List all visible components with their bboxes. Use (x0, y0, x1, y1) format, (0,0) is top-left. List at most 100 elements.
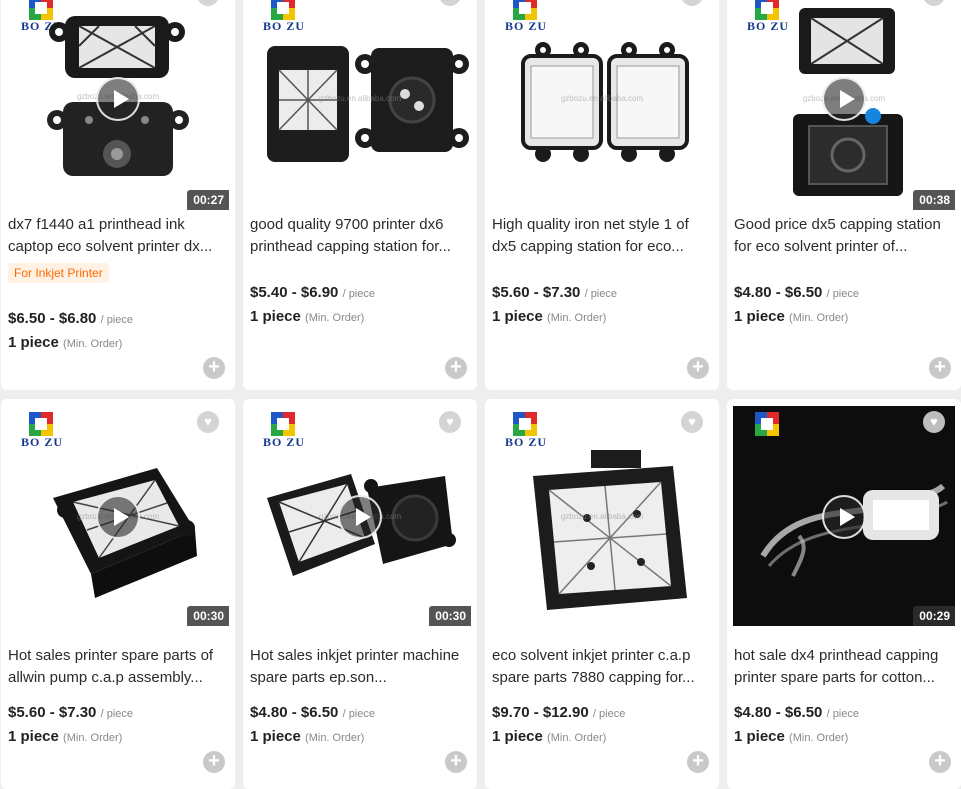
price-value: $5.60 - $7.30 (8, 704, 97, 721)
price-unit: / piece (592, 708, 626, 720)
product-card[interactable]: BO ZU gzbozu.en.alibaba.com 00:30 ♥ Hot … (243, 399, 477, 789)
video-duration: 00:29 (913, 606, 955, 626)
add-button[interactable]: + (445, 357, 467, 379)
product-image[interactable]: BO ZU gzbozu.en.alibaba.com 00:27 (7, 0, 229, 210)
product-card[interactable]: BO ZU gzbozu.en.alibaba.com ♥ good quali… (243, 0, 477, 390)
price-value: $6.50 - $6.80 (8, 310, 97, 327)
add-button[interactable]: + (929, 751, 951, 773)
play-icon[interactable] (338, 495, 382, 539)
price-range: $5.60 - $7.30 / piece (8, 704, 133, 721)
product-image[interactable]: BO ZU gzbozu.en.alibaba.com 00:38 (733, 0, 955, 210)
moq-value: 1 piece (250, 308, 301, 325)
min-order: 1 piece (Min. Order) (734, 308, 848, 325)
product-image[interactable]: BO ZU gzbozu.en.alibaba.com (249, 0, 471, 210)
watermark: gzbozu.en.alibaba.com (560, 512, 644, 521)
moq-value: 1 piece (8, 728, 59, 745)
favorite-heart-icon[interactable]: ♥ (923, 411, 945, 433)
video-duration: 00:38 (913, 190, 955, 210)
favorite-heart-icon[interactable]: ♥ (681, 411, 703, 433)
price-unit: / piece (826, 288, 859, 300)
favorite-heart-icon[interactable]: ♥ (439, 411, 461, 433)
moq-value: 1 piece (734, 728, 785, 745)
min-order: 1 piece (Min. Order) (8, 728, 122, 745)
moq-label: (Min. Order) (305, 312, 365, 324)
product-title[interactable]: dx7 f1440 a1 printhead ink captop eco so… (8, 214, 226, 258)
min-order: 1 piece (Min. Order) (492, 728, 606, 745)
add-button[interactable]: + (687, 751, 709, 773)
moq-value: 1 piece (492, 728, 543, 745)
product-title[interactable]: hot sale dx4 printhead capping printer s… (734, 645, 952, 689)
product-photo (267, 46, 469, 162)
watermark: gzbozu.en.alibaba.com (318, 94, 402, 103)
moq-label: (Min. Order) (305, 732, 365, 744)
product-photo (521, 42, 689, 162)
price-range: $5.40 - $6.90 / piece (250, 284, 375, 301)
price-unit: / piece (584, 288, 617, 300)
add-button[interactable]: + (445, 751, 467, 773)
video-duration: 00:30 (429, 606, 471, 626)
price-value: $5.40 - $6.90 (250, 284, 339, 301)
add-button[interactable]: + (687, 357, 709, 379)
product-card[interactable]: BO ZU gzbozu.en.alibaba.com 00:30 ♥ Hot … (1, 399, 235, 789)
moq-value: 1 piece (492, 308, 543, 325)
watermark: gzbozu.en.alibaba.com (560, 94, 644, 103)
video-duration: 00:30 (187, 606, 229, 626)
min-order: 1 piece (Min. Order) (734, 728, 848, 745)
product-tag: For Inkjet Printer (8, 263, 109, 283)
product-title[interactable]: High quality iron net style 1 of dx5 cap… (492, 214, 710, 258)
price-unit: / piece (342, 708, 375, 720)
product-title[interactable]: good quality 9700 printer dx6 printhead … (250, 214, 468, 258)
play-icon[interactable] (96, 77, 140, 121)
price-value: $4.80 - $6.50 (734, 284, 823, 301)
product-title[interactable]: Hot sales inkjet printer machine spare p… (250, 645, 468, 689)
moq-label: (Min. Order) (63, 338, 123, 350)
min-order: 1 piece (Min. Order) (492, 308, 606, 325)
moq-value: 1 piece (8, 334, 59, 351)
add-button[interactable]: + (203, 357, 225, 379)
price-unit: / piece (100, 708, 133, 720)
product-image[interactable]: BO ZU gzbozu.en.alibaba.com (491, 406, 713, 626)
product-card[interactable]: BO ZU gzbozu.en.alibaba.com 00:27 ♥ dx7 … (1, 0, 235, 390)
price-range: $4.80 - $6.50 / piece (734, 704, 859, 721)
price-value: $4.80 - $6.50 (250, 704, 339, 721)
moq-label: (Min. Order) (789, 732, 849, 744)
price-range: $5.60 - $7.30 / piece (492, 284, 617, 301)
price-range: $4.80 - $6.50 / piece (250, 704, 375, 721)
moq-label: (Min. Order) (547, 312, 607, 324)
min-order: 1 piece (Min. Order) (250, 308, 364, 325)
min-order: 1 piece (Min. Order) (250, 728, 364, 745)
price-range: $4.80 - $6.50 / piece (734, 284, 859, 301)
product-image[interactable]: BO ZU gzbozu.en.alibaba.com 00:30 (7, 406, 229, 626)
add-button[interactable]: + (929, 357, 951, 379)
price-value: $5.60 - $7.30 (492, 284, 581, 301)
moq-label: (Min. Order) (547, 732, 607, 744)
moq-label: (Min. Order) (63, 732, 123, 744)
product-card[interactable]: BO ZU gzbozu.en.alibaba.com 00:38 ♥ Good… (727, 0, 961, 390)
price-value: $4.80 - $6.50 (734, 704, 823, 721)
min-order: 1 piece (Min. Order) (8, 334, 122, 351)
product-card[interactable]: BO ZU gzbozu.en.alibaba.com ♥ eco solven… (485, 399, 719, 789)
moq-value: 1 piece (250, 728, 301, 745)
price-range: $6.50 - $6.80 / piece (8, 310, 133, 327)
product-title[interactable]: eco solvent inkjet printer c.a.p spare p… (492, 645, 710, 689)
price-value: $9.70 - $12.90 (492, 704, 589, 721)
product-image[interactable]: BO ZU gzbozu.en.alibaba.com (491, 0, 713, 210)
product-image[interactable]: BO ZU gzbozu.en.alibaba.com 00:30 (249, 406, 471, 626)
play-icon[interactable] (822, 77, 866, 121)
add-button[interactable]: + (203, 751, 225, 773)
moq-value: 1 piece (734, 308, 785, 325)
price-unit: / piece (342, 288, 375, 300)
price-unit: / piece (826, 708, 859, 720)
video-duration: 00:27 (187, 190, 229, 210)
moq-label: (Min. Order) (789, 312, 849, 324)
play-icon[interactable] (96, 495, 140, 539)
product-title[interactable]: Hot sales printer spare parts of allwin … (8, 645, 226, 689)
product-title[interactable]: Good price dx5 capping station for eco s… (734, 214, 952, 258)
price-range: $9.70 - $12.90 / piece (492, 704, 625, 721)
play-icon[interactable] (822, 495, 866, 539)
price-unit: / piece (100, 314, 133, 326)
favorite-heart-icon[interactable]: ♥ (197, 411, 219, 433)
product-card[interactable]: BO ZU gzbozu.en.alibaba.com ♥ High quali… (485, 0, 719, 390)
product-image[interactable]: 00:29 (733, 406, 955, 626)
product-card[interactable]: 00:29 ♥ hot sale dx4 printhead capping p… (727, 399, 961, 789)
